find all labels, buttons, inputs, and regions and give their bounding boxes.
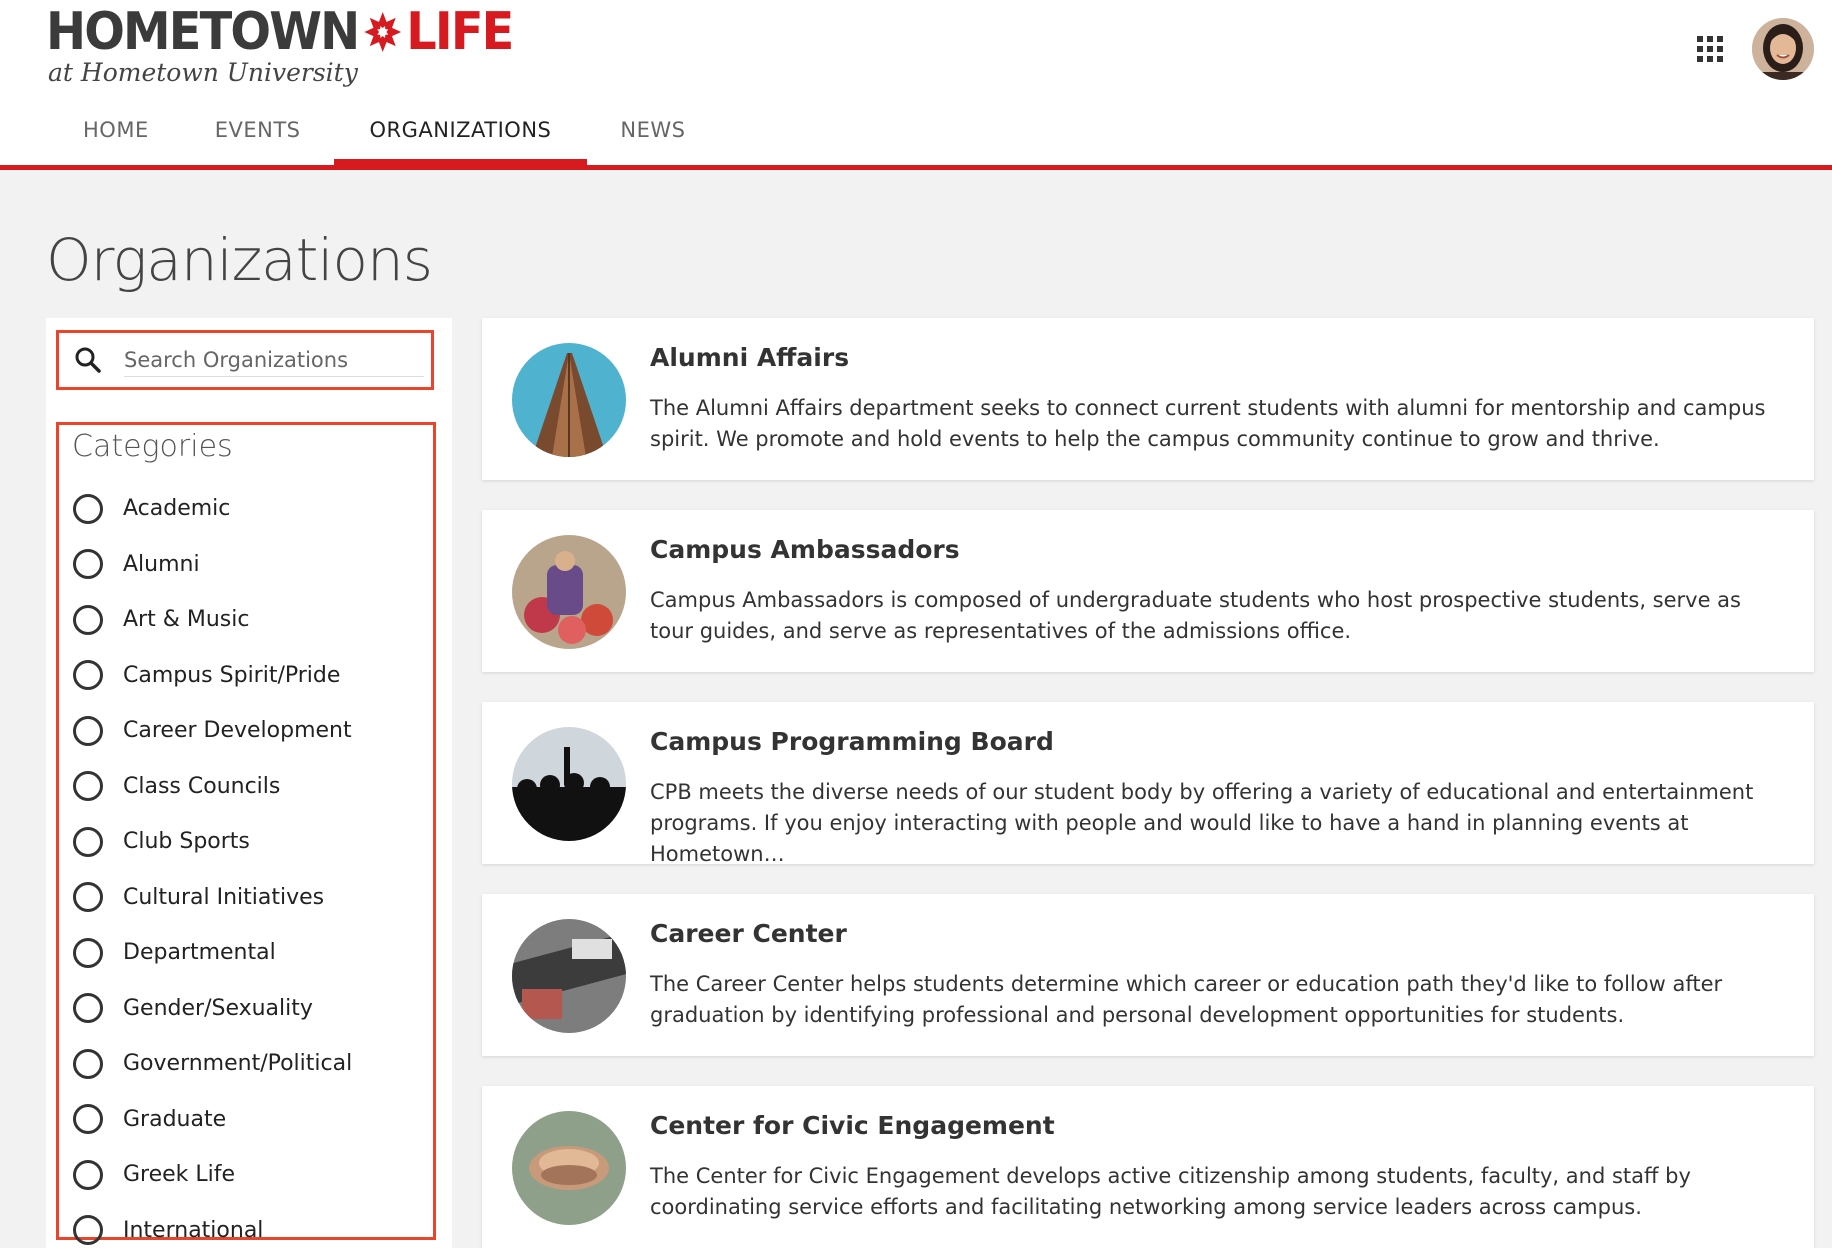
- category-label: Class Councils: [123, 773, 281, 799]
- categories-panel: Categories Academic Alumni Art & Music C…: [56, 422, 436, 1246]
- category-label: Departmental: [123, 940, 276, 966]
- category-label: Gender/Sexuality: [123, 995, 313, 1021]
- radio-button[interactable]: [73, 826, 103, 857]
- organization-image: [512, 727, 626, 841]
- logo-text-left: HOMETOWN: [46, 2, 360, 62]
- nav-organizations[interactable]: ORGANIZATIONS: [333, 102, 588, 165]
- category-club-sports[interactable]: Club Sports: [73, 814, 352, 870]
- organization-description: CPB meets the diverse needs of our stude…: [650, 780, 1754, 866]
- organization-name[interactable]: Career Center: [650, 919, 847, 948]
- radio-button[interactable]: [73, 1104, 103, 1135]
- radio-button[interactable]: [73, 1159, 103, 1190]
- category-art-music[interactable]: Art & Music: [73, 592, 352, 648]
- category-label: Government/Political: [123, 1051, 353, 1077]
- skyscraper-photo-icon: [512, 343, 626, 457]
- category-label: Alumni: [123, 551, 200, 577]
- organization-description: The Alumni Affairs department seeks to c…: [650, 396, 1766, 451]
- category-label: Cultural Initiatives: [123, 884, 325, 910]
- nav-news[interactable]: NEWS: [587, 102, 718, 165]
- burst-logo-icon: [363, 12, 401, 52]
- avatar-portrait-icon: [1752, 18, 1814, 80]
- radio-button[interactable]: [73, 549, 103, 580]
- stacked-hands-photo-icon: [512, 1111, 626, 1225]
- category-label: Art & Music: [123, 607, 250, 633]
- organization-image: [512, 535, 626, 649]
- nav-home[interactable]: HOME: [50, 102, 182, 165]
- category-label: Club Sports: [123, 829, 250, 855]
- categories-title: Categories: [72, 429, 233, 464]
- category-label: Academic: [123, 496, 231, 522]
- concert-photo-icon: [512, 727, 626, 841]
- organization-name[interactable]: Alumni Affairs: [650, 343, 849, 372]
- hometown-life-logo[interactable]: HOMETOWN LIFE at Hometown University: [46, 6, 553, 87]
- organization-card-career-center[interactable]: Career Center The Career Center helps st…: [482, 894, 1814, 1056]
- category-label: Campus Spirit/Pride: [123, 662, 341, 688]
- logo-text-right: LIFE: [406, 2, 514, 62]
- categories-list: Academic Alumni Art & Music Campus Spiri…: [73, 481, 352, 1248]
- filter-sidebar: Categories Academic Alumni Art & Music C…: [46, 318, 452, 1248]
- category-departmental[interactable]: Departmental: [73, 925, 352, 981]
- organization-card-campus-ambassadors[interactable]: Campus Ambassadors Campus Ambassadors is…: [482, 510, 1814, 672]
- organization-name[interactable]: Campus Programming Board: [650, 727, 1054, 756]
- organization-name[interactable]: Center for Civic Engagement: [650, 1111, 1055, 1140]
- nav-events[interactable]: EVENTS: [182, 102, 334, 165]
- category-campus-spirit[interactable]: Campus Spirit/Pride: [73, 648, 352, 704]
- radio-button[interactable]: [73, 493, 103, 524]
- radio-button[interactable]: [73, 937, 103, 968]
- organization-name[interactable]: Campus Ambassadors: [650, 535, 960, 564]
- category-label: Career Development: [123, 718, 352, 744]
- radio-button[interactable]: [73, 660, 103, 691]
- organization-card-center-for-civic-engagement[interactable]: Center for Civic Engagement The Center f…: [482, 1086, 1814, 1248]
- organization-card-alumni-affairs[interactable]: Alumni Affairs The Alumni Affairs depart…: [482, 318, 1814, 480]
- radio-button[interactable]: [73, 993, 103, 1024]
- category-government-political[interactable]: Government/Political: [73, 1036, 352, 1092]
- apps-grid-icon[interactable]: [1697, 36, 1723, 62]
- category-graduate[interactable]: Graduate: [73, 1092, 352, 1148]
- organization-description: The Center for Civic Engagement develops…: [650, 1164, 1691, 1219]
- category-label: Graduate: [123, 1106, 227, 1132]
- logo-subtitle: at Hometown University: [48, 58, 358, 87]
- organization-description: The Career Center helps students determi…: [650, 972, 1723, 1027]
- user-avatar[interactable]: [1752, 18, 1814, 80]
- category-academic[interactable]: Academic: [73, 481, 352, 537]
- main-nav: HOME EVENTS ORGANIZATIONS NEWS: [50, 102, 718, 165]
- handshake-photo-icon: [512, 919, 626, 1033]
- organization-card-campus-programming-board[interactable]: Campus Programming Board CPB meets the d…: [482, 702, 1814, 866]
- page-title: Organizations: [46, 226, 433, 294]
- category-alumni[interactable]: Alumni: [73, 537, 352, 593]
- search-organizations-input[interactable]: [124, 343, 424, 377]
- radio-button[interactable]: [73, 604, 103, 635]
- crowd-photo-icon: [512, 535, 626, 649]
- category-gender-sexuality[interactable]: Gender/Sexuality: [73, 981, 352, 1037]
- radio-button[interactable]: [73, 882, 103, 913]
- radio-button[interactable]: [73, 1048, 103, 1079]
- radio-button[interactable]: [73, 771, 103, 802]
- organization-description: Campus Ambassadors is composed of underg…: [650, 588, 1741, 643]
- app-header: HOMETOWN LIFE at Hometown University HOM…: [0, 0, 1832, 170]
- search-icon: [75, 347, 101, 373]
- radio-button[interactable]: [73, 1215, 103, 1246]
- organization-image: [512, 1111, 626, 1225]
- radio-button[interactable]: [73, 715, 103, 746]
- category-class-councils[interactable]: Class Councils: [73, 759, 352, 815]
- organization-image: [512, 343, 626, 457]
- category-international[interactable]: International: [73, 1203, 352, 1248]
- search-box: [56, 330, 434, 390]
- category-label: International: [123, 1217, 264, 1243]
- category-greek-life[interactable]: Greek Life: [73, 1147, 352, 1203]
- category-label: Greek Life: [123, 1162, 236, 1188]
- category-career-development[interactable]: Career Development: [73, 703, 352, 759]
- category-cultural-initiatives[interactable]: Cultural Initiatives: [73, 870, 352, 926]
- organization-image: [512, 919, 626, 1033]
